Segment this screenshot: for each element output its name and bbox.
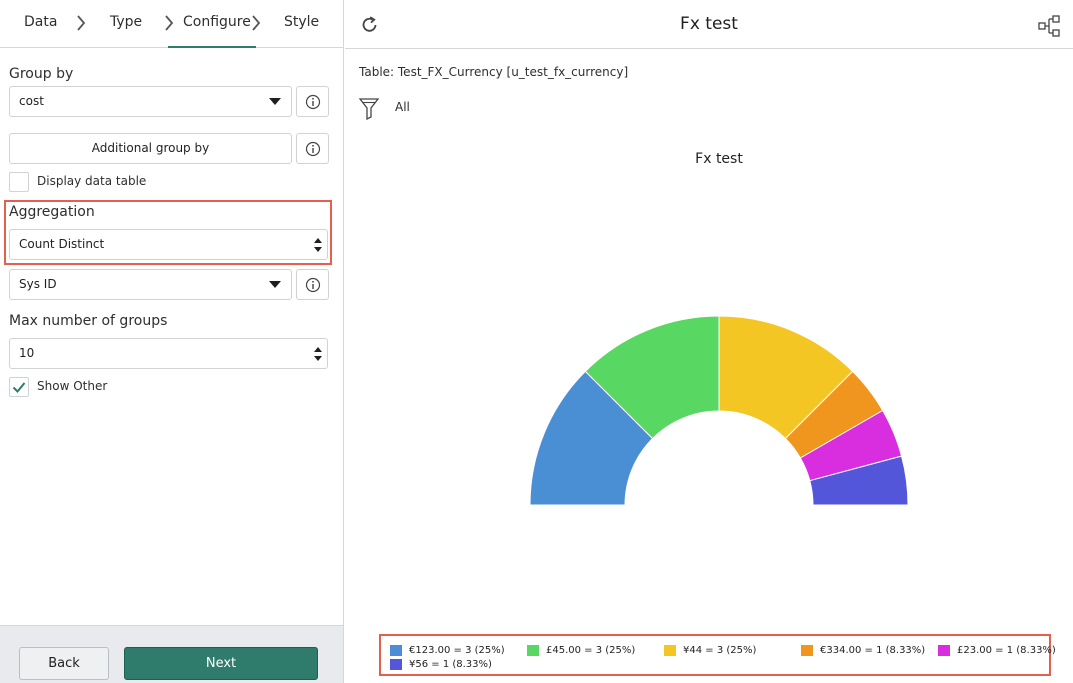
info-icon [305,141,321,157]
max-groups-value: 10 [19,346,35,360]
max-groups-select[interactable]: 10 [9,338,328,369]
chart-title: Fx test [695,151,743,167]
legend-label: ¥56 = 1 (8.33%) [409,659,492,670]
legend-label: €334.00 = 1 (8.33%) [820,645,926,656]
config-panel: Data Type Configure Style Group by cost … [0,0,344,683]
group-by-info-button[interactable] [296,86,329,117]
caret-down-icon [269,281,281,288]
legend-swatch [527,645,539,656]
filter-icon[interactable] [359,96,379,120]
show-other-label: Show Other [37,379,108,393]
legend-swatch [390,659,402,670]
group-by-value: cost [19,94,44,108]
aggregation-label: Aggregation [9,204,95,220]
chevron-right-icon [251,14,265,32]
wizard-footer: Back Next [0,625,343,683]
chart-legend: €123.00 = 3 (25%) £45.00 = 3 (25%) ¥44 = 3… [379,634,1056,676]
legend-label: £45.00 = 3 (25%) [546,645,636,656]
semi-donut-chart [529,315,909,506]
display-data-table-label: Display data table [37,174,147,188]
show-other-checkbox[interactable] [9,377,29,397]
chevron-right-icon [76,14,90,32]
aggregation-value: Count Distinct [19,237,105,251]
updown-arrows-icon [314,238,322,252]
wizard-steps: Data Type Configure Style [0,0,343,48]
back-button[interactable]: Back [19,647,109,680]
group-by-select[interactable]: cost [9,86,292,117]
preview-panel: Fx test Table: Test_FX_Currency [u_test_… [345,0,1073,683]
legend-swatch [938,645,950,656]
caret-down-icon [269,98,281,105]
group-by-label: Group by [9,66,74,82]
step-style[interactable]: Style [284,0,319,48]
legend-label: ¥44 = 3 (25%) [683,645,757,656]
aggregation-field-select[interactable]: Sys ID [9,269,292,300]
legend-label: €123.00 = 3 (25%) [409,645,505,656]
legend-swatch [664,645,676,656]
filter-condition: All [395,100,410,114]
additional-group-by-info-button[interactable] [296,133,329,164]
aggregation-field-info-button[interactable] [296,269,329,300]
additional-group-by-button[interactable]: Additional group by [9,133,292,164]
checkmark-icon [12,382,26,393]
max-groups-label: Max number of groups [9,313,168,329]
legend-swatch [390,645,402,656]
step-configure[interactable]: Configure [168,0,256,48]
aggregation-select[interactable]: Count Distinct [9,229,328,260]
info-icon [305,94,321,110]
step-type[interactable]: Type [110,0,142,48]
step-data[interactable]: Data [24,0,57,48]
legend-label: £23.00 = 1 (8.33%) [957,645,1056,656]
updown-arrows-icon [314,347,322,361]
info-icon [305,277,321,293]
table-info: Table: Test_FX_Currency [u_test_fx_curre… [359,65,629,79]
preview-title: Fx test [680,14,738,34]
preview-header: Fx test [345,0,1073,49]
display-data-table-checkbox[interactable] [9,172,29,192]
aggregation-field-value: Sys ID [19,277,57,291]
next-button[interactable]: Next [124,647,318,680]
hierarchy-icon[interactable] [1038,15,1060,37]
legend-swatch [801,645,813,656]
